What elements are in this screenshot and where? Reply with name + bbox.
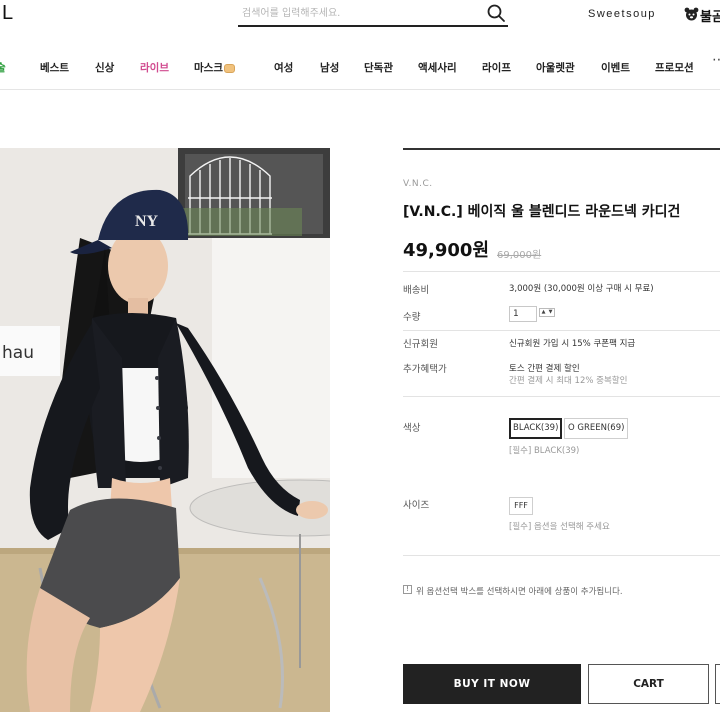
cart-button[interactable]: CART bbox=[588, 664, 709, 704]
extra-benefit-label: 추가혜택가 bbox=[403, 364, 447, 375]
color-option-black[interactable]: BLACK(39) bbox=[509, 418, 563, 439]
svg-text:NY: NY bbox=[135, 213, 159, 230]
toss-discount-link[interactable]: 토스 간편 결제 할인 bbox=[509, 362, 580, 374]
bulgom-link[interactable]: 불곰 bbox=[700, 6, 720, 25]
product-brand[interactable]: V.N.C. bbox=[403, 179, 433, 189]
svg-text:hau: hau bbox=[2, 343, 34, 363]
search-icon[interactable] bbox=[486, 3, 506, 23]
easy-pay-discount-text: 간편 결제 시 최대 12% 중복할인 bbox=[509, 376, 628, 386]
color-selected-note: [필수] BLACK(39) bbox=[509, 446, 580, 456]
nav-item-outlet[interactable]: 아울렛관 bbox=[536, 60, 575, 75]
shipping-label: 배송비 bbox=[403, 285, 430, 296]
site-logo-fragment[interactable]: L bbox=[2, 2, 13, 25]
search-bar bbox=[238, 0, 508, 27]
nav-item-exclusive[interactable]: 단독관 bbox=[364, 60, 393, 75]
size-label: 사이즈 bbox=[403, 500, 430, 511]
nav-item-mask-label: 마스크 bbox=[194, 62, 223, 74]
product-photo-illustration: hau NY bbox=[0, 148, 330, 712]
info-icon: ! bbox=[403, 585, 412, 594]
divider bbox=[403, 271, 720, 272]
new-member-label: 신규회원 bbox=[403, 339, 438, 350]
nav-item-accessories[interactable]: 액세사리 bbox=[418, 60, 457, 75]
size-option-fff[interactable]: FFF bbox=[509, 497, 533, 515]
divider bbox=[403, 330, 720, 331]
nav-item-live[interactable]: 라이브 bbox=[140, 60, 169, 75]
nav-item-mask[interactable]: 마스크 bbox=[194, 60, 235, 75]
quantity-down-icon[interactable]: ▼ bbox=[547, 309, 554, 316]
nav-item-event[interactable]: 이벤트 bbox=[601, 60, 630, 75]
info-top-divider bbox=[403, 148, 720, 150]
bear-logo-icon bbox=[684, 7, 699, 21]
shipping-value: 3,000원 (30,000원 이상 구매 시 무료) bbox=[509, 284, 654, 294]
nav-item-best[interactable]: 베스트 bbox=[40, 60, 69, 75]
original-price: 69,000원 bbox=[497, 250, 542, 261]
color-label: 색상 bbox=[403, 423, 421, 434]
mask-emoji-icon bbox=[223, 63, 235, 73]
search-input[interactable] bbox=[242, 3, 478, 23]
nav-item-new[interactable]: 신상 bbox=[95, 60, 114, 75]
nav-item-alcohol[interactable]: 술 bbox=[0, 60, 6, 75]
option-notice: 위 옵션선택 박스를 선택하시면 아래에 상품이 추가됩니다. bbox=[416, 587, 623, 597]
nav-item-men[interactable]: 남성 bbox=[320, 60, 339, 75]
nav-item-life[interactable]: 라이프 bbox=[482, 60, 511, 75]
wishlist-button[interactable] bbox=[715, 664, 720, 704]
product-title: [V.N.C.] 베이직 울 블렌디드 라운드넥 카디건 bbox=[403, 204, 681, 220]
size-required-note: [필수] 옵션을 선택해 주세요 bbox=[509, 522, 610, 532]
divider bbox=[403, 396, 720, 397]
nav-item-promotion[interactable]: 프로모션 bbox=[655, 60, 694, 75]
divider bbox=[403, 555, 720, 556]
nav-item-women[interactable]: 여성 bbox=[274, 60, 293, 75]
category-nav: 술 베스트 신상 라이브 마스크 여성 남성 단독관 액세사리 라이프 아울렛관… bbox=[0, 46, 720, 90]
buy-now-button[interactable]: BUY IT NOW bbox=[403, 664, 581, 704]
sale-price: 49,900원 bbox=[403, 240, 490, 261]
color-option-green[interactable]: O GREEN(69) bbox=[564, 418, 629, 439]
new-member-value: 신규회원 가입 시 15% 쿠폰팩 지급 bbox=[509, 339, 636, 349]
product-image[interactable]: hau NY bbox=[0, 148, 330, 712]
sweetsoup-link[interactable]: Sweetsoup bbox=[588, 8, 656, 20]
quantity-input[interactable] bbox=[509, 306, 537, 322]
quantity-up-icon[interactable]: ▲ bbox=[540, 309, 547, 316]
quantity-label: 수량 bbox=[403, 312, 421, 323]
nav-more-icon[interactable]: ⋯ bbox=[712, 52, 720, 68]
quantity-stepper[interactable]: ▲ ▼ bbox=[539, 308, 555, 317]
